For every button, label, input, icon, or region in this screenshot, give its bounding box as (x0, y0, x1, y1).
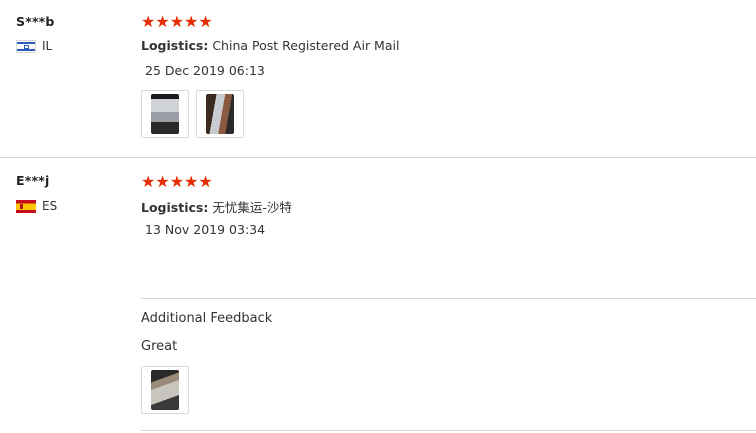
review-photo-thumbnail[interactable] (196, 90, 244, 138)
buyer-name: E***j (16, 173, 50, 188)
review-divider (141, 430, 756, 431)
logistics-info: Logistics: 无忧集运-沙特 (141, 197, 292, 216)
logistics-info: Logistics: China Post Registered Air Mai… (141, 38, 399, 53)
review-photo (151, 94, 179, 134)
logistics-value: 无忧集运-沙特 (212, 200, 292, 215)
review-photo-thumbnail[interactable] (141, 366, 189, 414)
review-item: S***b IL ★★★★★ Logistics: China Post Reg… (0, 0, 756, 158)
logistics-value: China Post Registered Air Mail (212, 38, 400, 53)
spain-flag-icon (16, 199, 36, 213)
additional-feedback-title: Additional Feedback (141, 311, 273, 326)
buyer-name: S***b (16, 14, 55, 29)
review-divider (0, 157, 756, 158)
star-rating: ★★★★★ (141, 172, 213, 191)
review-photo (151, 370, 179, 410)
logistics-label: Logistics: (141, 38, 209, 53)
feedback-list: S***b IL ★★★★★ Logistics: China Post Reg… (0, 0, 756, 433)
review-photo (206, 94, 234, 134)
review-photo-thumbnail[interactable] (141, 90, 189, 138)
buyer-country: ES (16, 199, 57, 213)
country-code: ES (42, 199, 58, 213)
logistics-label: Logistics: (141, 200, 209, 215)
star-rating: ★★★★★ (141, 12, 213, 31)
buyer-country: IL (16, 39, 52, 53)
additional-feedback-text: Great (141, 339, 178, 354)
country-code: IL (42, 39, 53, 53)
israel-flag-icon (16, 39, 36, 53)
review-item: E***j ES ★★★★★ Logistics: 无忧集运-沙特 13 Nov… (0, 159, 756, 432)
additional-feedback-divider (141, 298, 756, 299)
review-date: 25 Dec 2019 06:13 (145, 63, 265, 78)
review-date: 13 Nov 2019 03:34 (145, 222, 266, 237)
